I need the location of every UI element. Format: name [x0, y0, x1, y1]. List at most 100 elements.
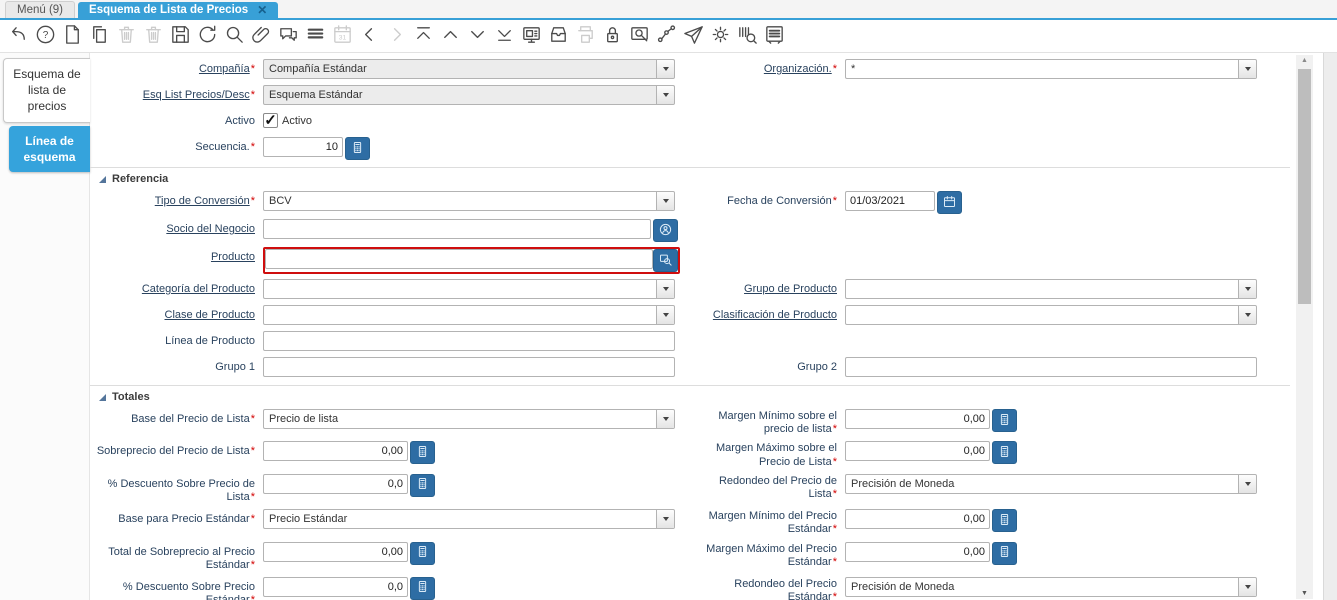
refresh-button[interactable]: [195, 24, 219, 48]
form-row: Línea de Producto: [90, 331, 1290, 352]
sequence-input[interactable]: [263, 137, 343, 157]
product-line-input[interactable]: [263, 331, 675, 351]
next-record-button[interactable]: [465, 24, 489, 48]
product-input[interactable]: [265, 249, 653, 269]
label-text[interactable]: Categoría del Producto: [142, 283, 255, 295]
sequence-calculator-button[interactable]: [345, 137, 370, 160]
chevron-down-icon[interactable]: [1238, 60, 1256, 78]
business-partner-lookup-button[interactable]: [653, 219, 678, 242]
label-text[interactable]: Esq List Precios/Desc: [143, 89, 250, 101]
conversion-type-select[interactable]: BCV: [263, 191, 675, 211]
tab-menu[interactable]: Menú (9): [5, 1, 76, 18]
std-price-rounding-select[interactable]: Precisión de Moneda: [845, 576, 1257, 597]
std-price-surcharge-input[interactable]: [263, 541, 408, 562]
product-lookup-button[interactable]: [653, 249, 678, 272]
std-price-discount-calculator-button[interactable]: [410, 576, 435, 600]
save-button[interactable]: [168, 24, 192, 48]
archive-button[interactable]: [546, 24, 570, 48]
sidebar-tab-price-list-schema[interactable]: Esquema de lista de precios: [3, 58, 90, 123]
chevron-down-icon[interactable]: [1238, 474, 1256, 493]
close-tab-icon[interactable]: ✕: [257, 4, 267, 16]
list-price-surcharge-calculator-button[interactable]: [410, 441, 435, 465]
preferences-button[interactable]: [708, 24, 732, 48]
window-report-button[interactable]: [762, 24, 786, 48]
find-button[interactable]: [222, 24, 246, 48]
undo-button[interactable]: [6, 24, 30, 48]
product-info-button[interactable]: [735, 24, 759, 48]
copy-record-button[interactable]: [87, 24, 111, 48]
business-partner-input[interactable]: [263, 219, 651, 239]
list-price-discount-calculator-button[interactable]: [410, 473, 435, 497]
zoom-across-button[interactable]: [627, 24, 651, 48]
label-text[interactable]: Producto: [211, 251, 255, 263]
std-price-base-select[interactable]: Precio Estándar: [263, 509, 675, 530]
lock-button[interactable]: [600, 24, 624, 48]
chat-button[interactable]: [276, 24, 300, 48]
workflow-button[interactable]: [654, 24, 678, 48]
report-button[interactable]: [519, 24, 543, 48]
list-price-min-margin-calculator-button[interactable]: [992, 409, 1017, 432]
chevron-down-icon[interactable]: [656, 510, 674, 529]
list-price-base-select[interactable]: Precio de lista: [263, 409, 675, 429]
requests-button[interactable]: [681, 24, 705, 48]
chevron-down-icon[interactable]: [656, 86, 674, 104]
attachment-button[interactable]: [249, 24, 273, 48]
label-text[interactable]: Compañía: [199, 63, 250, 75]
label-text[interactable]: Clasificación de Producto: [713, 309, 837, 321]
label-text[interactable]: Grupo de Producto: [744, 283, 837, 295]
chevron-down-icon[interactable]: [656, 306, 674, 324]
scroll-up-icon[interactable]: ▲: [1296, 57, 1313, 64]
chevron-down-icon[interactable]: [1238, 306, 1256, 324]
list-price-min-margin-input[interactable]: [845, 409, 990, 429]
last-record-button[interactable]: [492, 24, 516, 48]
previous-record-button[interactable]: [438, 24, 462, 48]
chevron-down-icon[interactable]: [656, 60, 674, 78]
list-price-max-margin-input[interactable]: [845, 441, 990, 462]
parent-record-button[interactable]: [357, 24, 381, 48]
grid-toggle-button[interactable]: [303, 24, 327, 48]
std-price-max-margin-calculator-button[interactable]: [992, 541, 1017, 565]
list-price-rounding-select[interactable]: Precisión de Moneda: [845, 473, 1257, 494]
std-price-min-margin-input[interactable]: [845, 509, 990, 530]
chevron-down-icon[interactable]: [656, 192, 674, 210]
group-2-input[interactable]: [845, 357, 1257, 377]
active-checkbox[interactable]: ✓: [263, 113, 278, 128]
chevron-down-icon[interactable]: [1238, 577, 1256, 596]
std-price-discount-input[interactable]: [263, 576, 408, 597]
std-price-min-margin-calculator-button[interactable]: [992, 509, 1017, 533]
help-button[interactable]: ?: [33, 24, 57, 48]
scroll-down-icon[interactable]: ▼: [1296, 590, 1313, 597]
chevron-down-icon[interactable]: [1238, 280, 1256, 298]
sidebar-tab-schema-line[interactable]: Línea de esquema: [9, 125, 90, 172]
label-text[interactable]: Socio del Negocio: [166, 223, 255, 235]
chevron-down-icon[interactable]: [656, 410, 674, 428]
vertical-scrollbar[interactable]: ▲ ▼: [1296, 55, 1313, 599]
company-select[interactable]: Compañía Estándar: [263, 59, 675, 79]
list-price-max-margin-calculator-button[interactable]: [992, 441, 1017, 465]
label-text[interactable]: Tipo de Conversión: [155, 195, 250, 207]
section-header[interactable]: Totales: [90, 389, 1290, 409]
chevron-down-icon[interactable]: [656, 280, 674, 298]
std-price-max-margin-input[interactable]: [845, 541, 990, 562]
product-category-select[interactable]: [263, 279, 675, 299]
std-price-surcharge-calculator-button[interactable]: [410, 541, 435, 565]
scrollbar-thumb[interactable]: [1298, 69, 1311, 304]
organization-select[interactable]: *: [845, 59, 1257, 79]
label-text[interactable]: Clase de Producto: [165, 309, 256, 321]
conversion-date-input[interactable]: [845, 191, 935, 211]
price-list-schema-select[interactable]: Esquema Estándar: [263, 85, 675, 105]
first-record-button[interactable]: [411, 24, 435, 48]
section-header[interactable]: Referencia: [90, 171, 1290, 191]
label-text[interactable]: Organización.: [764, 63, 832, 75]
tab-price-list-schema[interactable]: Esquema de Lista de Precios ✕: [78, 2, 279, 18]
group-1-input[interactable]: [263, 357, 675, 377]
product-class-select[interactable]: [263, 305, 675, 325]
search-icon: [658, 252, 673, 270]
new-record-button[interactable]: [60, 24, 84, 48]
list-price-surcharge-input[interactable]: [263, 441, 408, 462]
product-group-select[interactable]: [845, 279, 1257, 299]
collapsed-east-panel[interactable]: [1323, 53, 1337, 600]
conversion-date-calendar-button[interactable]: [937, 191, 962, 214]
product-classification-select[interactable]: [845, 305, 1257, 325]
list-price-discount-input[interactable]: [263, 473, 408, 494]
